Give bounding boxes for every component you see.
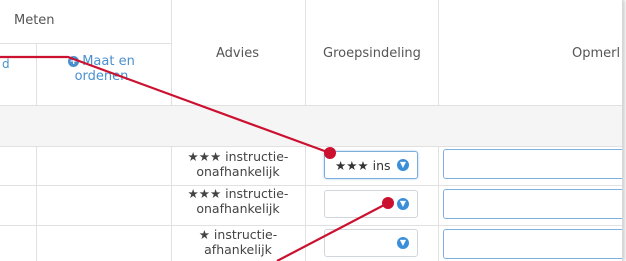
advies-cell: ★★★ instructie- onafhankelijk bbox=[172, 149, 304, 179]
advies-line: onafhankelijk bbox=[196, 163, 280, 179]
advies-line: ★★★ instructie- bbox=[187, 149, 289, 164]
opmerking-input[interactable] bbox=[443, 149, 622, 179]
row-divider bbox=[0, 146, 622, 147]
advies-line: ★★★ instructie- bbox=[187, 186, 289, 201]
groepsindeling-select[interactable]: ▼ bbox=[324, 190, 418, 218]
header-left-link-fragment[interactable]: d bbox=[2, 57, 10, 71]
chevron-down-icon: ▼ bbox=[397, 237, 409, 249]
row-divider bbox=[0, 225, 622, 226]
advies-line: onafhankelijk bbox=[196, 200, 280, 216]
groepsindeling-select[interactable]: ★★★ ins ▼ bbox=[324, 151, 418, 179]
group-band-row bbox=[0, 106, 622, 146]
plus-circle-icon: + bbox=[68, 56, 80, 67]
chevron-down-icon: ▼ bbox=[397, 198, 409, 210]
header-advies: Advies bbox=[216, 46, 259, 61]
advies-cell: ★ instructie- afhankelijk bbox=[172, 227, 304, 257]
table-frame: Meten d + Maat en ordenen Advies Groepsin… bbox=[0, 0, 623, 261]
column-divider bbox=[36, 44, 37, 261]
advies-line: afhankelijk bbox=[204, 241, 272, 257]
row-divider bbox=[0, 105, 622, 106]
header-meten: Meten bbox=[14, 13, 55, 28]
select-value: ★★★ ins bbox=[335, 158, 391, 173]
maat-link-label: Maat en ordenen bbox=[74, 54, 135, 84]
advies-line: ★ instructie- bbox=[198, 227, 278, 242]
row-divider bbox=[0, 185, 622, 186]
chevron-down-icon: ▼ bbox=[397, 159, 409, 171]
opmerking-input[interactable] bbox=[443, 229, 622, 259]
opmerking-input[interactable] bbox=[443, 189, 622, 219]
header-groepsindeling: Groepsindeling bbox=[323, 46, 421, 61]
maat-en-ordenen-link[interactable]: + Maat en ordenen bbox=[54, 54, 149, 84]
header-divider bbox=[0, 43, 171, 44]
header-opmerking: Opmerl bbox=[572, 46, 621, 61]
advies-cell: ★★★ instructie- onafhankelijk bbox=[172, 186, 304, 216]
groepsindeling-select[interactable]: ▼ bbox=[324, 229, 418, 257]
